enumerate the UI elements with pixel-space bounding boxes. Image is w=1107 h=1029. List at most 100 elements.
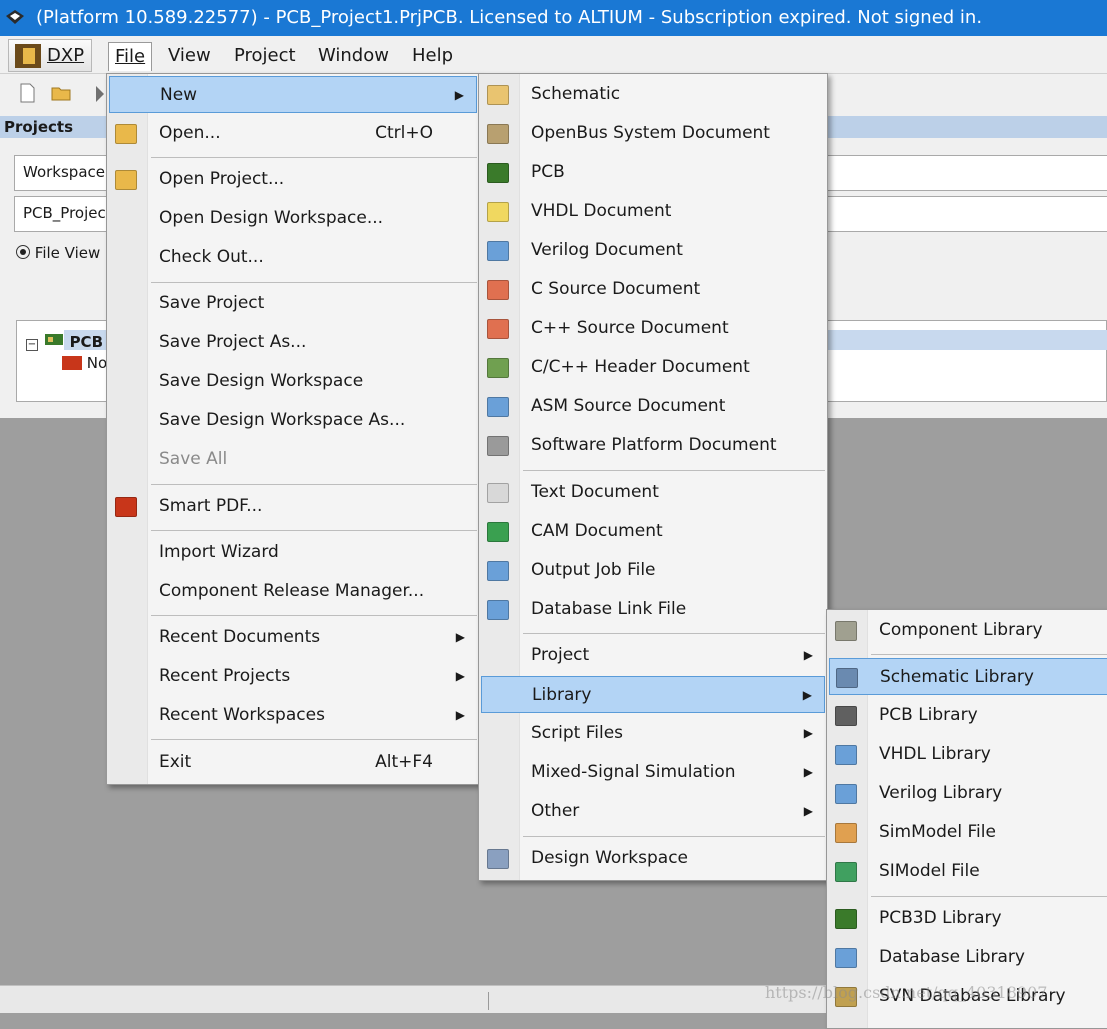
menu-item-new[interactable]: New ▶ [109,76,477,113]
menu-item-label: Verilog Library [879,783,1003,803]
menu-item-label: VHDL Library [879,744,991,764]
menu-item-open-project[interactable]: Open Project... [109,161,477,198]
dxp-menu-button[interactable]: DXP [8,39,92,72]
menu-item-design-workspace[interactable]: Design Workspace [481,840,825,877]
menu-item-recent-projects[interactable]: Recent Projects ▶ [109,658,477,695]
menu-item-script-files[interactable]: Script Files ▶ [481,715,825,752]
menu-item-cam-document[interactable]: CAM Document [481,513,825,550]
menu-item-schematic-library[interactable]: Schematic Library [829,658,1107,695]
menu-item-recent-documents[interactable]: Recent Documents ▶ [109,619,477,656]
menu-item-label: Exit [159,752,192,772]
menu-item-save-project[interactable]: Save Project [109,285,477,322]
menu-item-simmodel-file[interactable]: SimModel File [829,814,1107,851]
menu-separator [151,530,477,531]
cpp-source-icon [487,319,509,339]
menu-item-text-document[interactable]: Text Document [481,474,825,511]
menu-item-recent-workspaces[interactable]: Recent Workspaces ▶ [109,697,477,734]
menu-item-component-library[interactable]: Component Library [829,612,1107,649]
menu-item-save-all[interactable]: Save All [109,441,477,478]
menu-item-c-source-document[interactable]: C Source Document [481,271,825,308]
smart-pdf-icon [115,497,137,517]
menu-item-exit[interactable]: Exit Alt+F4 [109,744,477,781]
menu-item-vhdl-library[interactable]: VHDL Library [829,736,1107,773]
library-submenu: Component Library Schematic Library PCB Li… [826,609,1107,1029]
pcb3d-library-icon [835,909,857,929]
verilog-icon [487,241,509,261]
menu-item-database-library[interactable]: Database Library [829,939,1107,976]
menu-item-label: Output Job File [531,560,656,580]
menu-item-import-wizard[interactable]: Import Wizard [109,534,477,571]
menu-item-vhdl-document[interactable]: VHDL Document [481,193,825,230]
menu-item-pcb[interactable]: PCB [481,154,825,191]
menu-view[interactable]: View [162,42,217,70]
menu-item-openbus-system-document[interactable]: OpenBus System Document [481,115,825,152]
menu-project[interactable]: Project [228,42,302,70]
menu-item-save-design-workspace-as[interactable]: Save Design Workspace As... [109,402,477,439]
menu-item-label: Recent Workspaces [159,705,325,725]
menu-item-save-project-as[interactable]: Save Project As... [109,324,477,361]
save-icon[interactable] [84,82,106,104]
menu-help[interactable]: Help [406,42,459,70]
menu-item-label: Import Wizard [159,542,279,562]
database-link-icon [487,600,509,620]
pcb-icon [487,163,509,183]
menu-item-smart-pdf[interactable]: Smart PDF... [109,488,477,525]
simodel-icon [835,862,857,882]
menu-item-label: Check Out... [159,247,264,267]
menu-item-save-design-workspace[interactable]: Save Design Workspace [109,363,477,400]
menu-item-project[interactable]: Project ▶ [481,637,825,674]
menu-item-label: Open... [159,123,221,143]
file-view-radio[interactable]: File View [16,244,100,262]
menu-item-verilog-document[interactable]: Verilog Document [481,232,825,269]
open-folder-icon[interactable] [50,82,72,104]
menu-item-mixed-signal-simulation[interactable]: Mixed-Signal Simulation ▶ [481,754,825,791]
pcb-project-icon [44,334,63,345]
menu-item-label: PCB [531,162,565,182]
menu-item-database-link-file[interactable]: Database Link File [481,591,825,628]
menu-item-label: VHDL Document [531,201,672,221]
menu-window[interactable]: Window [312,42,395,70]
menu-item-component-release-manager[interactable]: Component Release Manager... [109,573,477,610]
menu-item-label: C Source Document [531,279,701,299]
menu-item-label: Design Workspace [531,848,689,868]
status-divider [488,992,489,1010]
menu-item-c-c-header-document[interactable]: C/C++ Header Document [481,349,825,386]
submenu-arrow-icon: ▶ [455,708,465,722]
menu-item-pcb3d-library[interactable]: PCB3D Library [829,900,1107,937]
tree-item-child[interactable]: No [62,354,107,372]
menu-item-open[interactable]: Open... Ctrl+O [109,115,477,152]
menu-item-label: Verilog Document [531,240,683,260]
header-icon [487,358,509,378]
component-library-icon [835,621,857,641]
menu-item-c-source-document[interactable]: C++ Source Document [481,310,825,347]
menu-item-label: ASM Source Document [531,396,726,416]
title-bar: (Platform 10.589.22577) - PCB_Project1.P… [0,0,1107,36]
menu-item-label: Schematic [531,84,621,104]
menu-bar: DXP File View Project Window Help [0,36,1107,74]
menu-item-label: Open Design Workspace... [159,208,384,228]
dxp-logo-icon [15,44,41,68]
menu-item-other[interactable]: Other ▶ [481,793,825,830]
menu-item-pcb-library[interactable]: PCB Library [829,697,1107,734]
menu-item-check-out[interactable]: Check Out... [109,239,477,276]
menu-item-label: Save Project [159,293,265,313]
menu-item-open-design-workspace[interactable]: Open Design Workspace... [109,200,477,237]
menu-item-schematic[interactable]: Schematic [481,76,825,113]
menu-separator [871,896,1107,897]
menu-item-label: C/C++ Header Document [531,357,750,377]
menu-item-verilog-library[interactable]: Verilog Library [829,775,1107,812]
menu-item-software-platform-document[interactable]: Software Platform Document [481,427,825,464]
text-document-icon [487,483,509,503]
tree-item-root[interactable]: − PCB [26,331,103,351]
menu-item-asm-source-document[interactable]: ASM Source Document [481,388,825,425]
menu-file[interactable]: File [108,42,153,71]
menu-item-output-job-file[interactable]: Output Job File [481,552,825,589]
menu-item-label: Database Library [879,947,1025,967]
menu-item-label: Recent Documents [159,627,321,647]
menu-item-label: Component Release Manager... [159,581,425,601]
menu-item-simodel-file[interactable]: SIModel File [829,853,1107,890]
software-platform-icon [487,436,509,456]
menu-item-library[interactable]: Library ▶ [481,676,825,713]
open-project-icon [115,170,137,190]
new-document-icon[interactable] [16,82,38,104]
